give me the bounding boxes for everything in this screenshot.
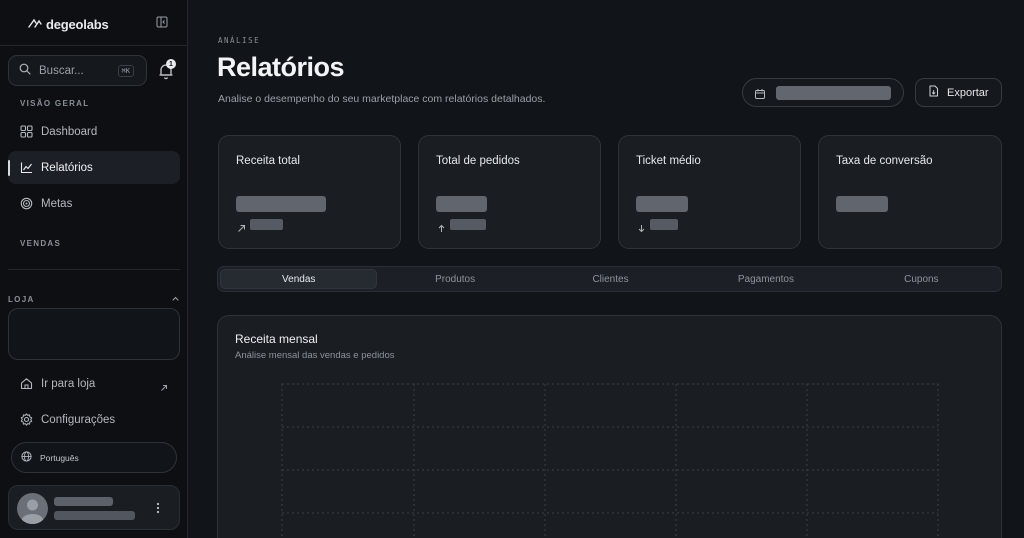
grid-icon: [20, 125, 33, 138]
sidebar-divider: [8, 269, 180, 270]
calendar-icon: [754, 87, 766, 105]
search-shortcut-badge: ⌘K: [117, 64, 134, 77]
globe-icon: [21, 451, 32, 464]
sidebar-item-label: Relatórios: [41, 161, 93, 174]
kpi-label: Total de pedidos: [436, 155, 520, 167]
kpi-value-placeholder: [436, 196, 487, 212]
up-arrow-icon: [437, 220, 446, 232]
user-card[interactable]: [8, 485, 180, 530]
sidebar-item-label: Dashboard: [41, 125, 98, 138]
tab-clientes[interactable]: Clientes: [533, 269, 688, 289]
up-right-arrow-icon: [237, 220, 246, 232]
chevron-up-icon[interactable]: [171, 290, 180, 308]
notification-badge: 1: [166, 59, 176, 69]
chart-line-icon: [20, 161, 33, 174]
search-placeholder: Buscar...: [39, 64, 84, 77]
section-label-store: LOJA: [8, 294, 35, 304]
export-button[interactable]: Exportar: [915, 78, 1002, 107]
kpi-label: Ticket médio: [636, 155, 701, 167]
brand-name: degeolabs: [46, 16, 109, 32]
kpi-card-orders: Total de pedidos: [418, 135, 601, 249]
user-email-placeholder: [54, 511, 135, 520]
sidebar-item-settings[interactable]: Configurações: [8, 403, 180, 436]
kpi-card-revenue: Receita total: [218, 135, 401, 249]
kpi-value-placeholder: [236, 196, 326, 212]
file-export-icon: [928, 85, 939, 100]
kpi-value-placeholder: [636, 196, 688, 212]
target-icon: [20, 197, 33, 210]
kpi-trend-placeholder: [650, 219, 678, 230]
sidebar-item-go-to-store[interactable]: Ir para loja: [8, 367, 180, 400]
tab-produtos[interactable]: Produtos: [377, 269, 532, 289]
store-section-header[interactable]: LOJA: [8, 290, 180, 308]
sidebar-item-label: Metas: [41, 197, 73, 210]
page-eyebrow: ANÁLISE: [218, 36, 261, 45]
chart-grid: [281, 383, 939, 538]
sidebar-item-relatorios[interactable]: Relatórios: [8, 151, 180, 184]
kpi-trend-placeholder: [250, 219, 283, 230]
page-title: Relatórios: [217, 52, 345, 82]
page-subtitle: Analise o desempenho do seu marketplace …: [218, 93, 546, 105]
export-label: Exportar: [947, 86, 989, 99]
avatar: [17, 493, 48, 524]
sidebar-item-label: Configurações: [41, 413, 116, 426]
kpi-trend-placeholder: [450, 219, 486, 230]
kpi-value-placeholder: [836, 196, 888, 212]
search-input[interactable]: Buscar... ⌘K: [8, 55, 147, 86]
tab-vendas[interactable]: Vendas: [220, 269, 378, 289]
sidebar-item-dashboard[interactable]: Dashboard: [8, 115, 180, 148]
store-selector[interactable]: [8, 308, 180, 360]
language-label: Português: [40, 452, 79, 463]
language-select[interactable]: Português: [11, 442, 177, 473]
active-indicator: [8, 160, 10, 176]
brand-mark-icon: [28, 15, 42, 33]
sidebar-item-label: Ir para loja: [41, 377, 96, 390]
tab-cupons[interactable]: Cupons: [844, 269, 999, 289]
kpi-label: Taxa de conversão: [836, 155, 933, 167]
sidebar: degeolabs Buscar... ⌘K 1 VISÃO GERAL Das…: [0, 0, 188, 538]
section-label-sales: VENDAS: [20, 239, 62, 248]
section-label-overview: VISÃO GERAL: [20, 99, 90, 108]
sidebar-item-metas[interactable]: Metas: [8, 187, 180, 220]
external-link-icon: [160, 379, 168, 391]
brand-logo[interactable]: degeolabs: [28, 15, 109, 33]
down-arrow-icon: [637, 220, 646, 233]
kpi-card-conversion: Taxa de conversão: [818, 135, 1002, 249]
report-tabs: Vendas Produtos Clientes Pagamentos Cupo…: [217, 266, 1002, 292]
sidebar-toggle-icon[interactable]: [155, 15, 169, 29]
tab-pagamentos[interactable]: Pagamentos: [688, 269, 843, 289]
chart-card: Receita mensal Análise mensal das vendas…: [217, 315, 1002, 538]
kpi-label: Receita total: [236, 155, 300, 167]
more-options-icon[interactable]: [155, 500, 161, 516]
app-root: degeolabs Buscar... ⌘K 1 VISÃO GERAL Das…: [0, 0, 1024, 538]
search-icon: [19, 62, 31, 80]
sidebar-divider: [0, 45, 187, 46]
home-icon: [20, 377, 33, 390]
user-name-placeholder: [54, 497, 113, 506]
date-range-picker[interactable]: [742, 78, 904, 107]
kpi-card-ticket: Ticket médio: [618, 135, 801, 249]
gear-icon: [20, 413, 33, 426]
date-range-placeholder: [776, 86, 891, 100]
